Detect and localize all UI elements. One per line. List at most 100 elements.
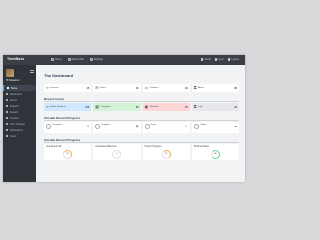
app-brand[interactable]: TimeBoss <box>7 57 24 61</box>
chart-icon: ⊙ <box>86 124 90 128</box>
circular-card-products[interactable]: Products ▣ <box>93 122 141 133</box>
count-label: Invoices <box>50 87 59 89</box>
invoice-icon <box>6 116 9 120</box>
main-content: The Dashboard ∞ Invoices 15 ✉ Folios 16 ▭ Pro… <box>39 68 242 182</box>
sidebar-item-label: Home <box>10 86 18 90</box>
nav-edit-profile[interactable]: Edit Profile <box>67 58 84 61</box>
app-window: TimeBoss Home Edit Profile Settings Aler… <box>3 55 245 182</box>
count-card-folios[interactable]: ✉ Folios 16 <box>93 84 141 92</box>
sync-icon <box>214 58 218 61</box>
alerts-button[interactable]: Alerts <box>200 58 211 61</box>
nav-edit-profile-label: Edit Profile <box>71 58 84 61</box>
count-card-logs[interactable]: ⧉ Logs 24 <box>191 103 239 111</box>
count-value: 75 <box>184 105 188 109</box>
count-label: Logs <box>198 106 203 108</box>
user-icon <box>67 58 71 61</box>
mail-icon: ✉ <box>95 85 99 90</box>
progress-value: 0 <box>116 153 118 155</box>
logout-icon <box>227 58 231 61</box>
infinity-icon: ∞ <box>46 85 49 90</box>
progress-value: 25 <box>66 153 69 155</box>
sync-button[interactable]: Sync <box>214 58 224 61</box>
sidebar: Hi Ossama ! Home Dashboard Clients Proje… <box>3 65 36 182</box>
avatar[interactable] <box>6 69 14 77</box>
sidebar-menu: Home Dashboard Clients Projects Reports … <box>3 85 36 139</box>
progress-label: Project Progress <box>144 146 162 148</box>
home-icon <box>51 58 54 61</box>
count-card-materials[interactable]: ▣ Materials 75 <box>142 103 190 111</box>
count-card-alerts[interactable]: ⧉ Alerts 35 <box>191 84 239 92</box>
count-value: 273 <box>85 105 90 109</box>
circle-icon <box>193 124 199 129</box>
sidebar-item-label: Notifications <box>9 128 23 132</box>
count-value: 24 <box>234 105 237 109</box>
count-label: Categories <box>100 106 112 108</box>
count-label: Folios <box>100 87 106 89</box>
circular-card-customers[interactable]: Customers ⊙ <box>44 122 92 133</box>
progress-label: Completed Milestone <box>95 146 117 148</box>
circular-row-1: Customers ⊙ Products ▣ Users ☺ Orders ☁ <box>44 122 239 133</box>
count-value: 16 <box>135 86 139 90</box>
home-icon <box>7 86 10 90</box>
progress-card-completed-job[interactable]: Completed Job 25 <box>44 144 92 160</box>
count-card-invoices[interactable]: ∞ Invoices 15 <box>44 84 92 92</box>
sidebar-item-label: Reports <box>9 110 19 114</box>
sidebar-item-label: Dashboard <box>9 92 22 96</box>
count-card-categories[interactable]: ▦ Categories 55 <box>93 103 141 111</box>
circular-card-orders[interactable]: Orders ☁ <box>191 122 239 133</box>
top-nav: Home Edit Profile Settings <box>51 58 103 61</box>
sidebar-item-users[interactable]: Users <box>3 133 36 139</box>
copy-icon: ⧉ <box>193 85 197 90</box>
infinity-icon: ∞ <box>46 104 49 109</box>
circle-icon <box>95 124 101 129</box>
count-card-products[interactable]: ▭ Products 16 <box>142 84 190 92</box>
box-icon: ▭ <box>144 85 149 90</box>
sidebar-item-label: Projects <box>9 104 19 108</box>
sidebar-item-label: Users <box>9 134 17 138</box>
sync-label: Sync <box>218 58 224 61</box>
bell-icon <box>200 58 204 61</box>
progress-value: 85 <box>214 153 217 155</box>
sidebar-item-label: Time Tracking <box>9 122 25 126</box>
progress-card-project-progress[interactable]: Project Progress 25 <box>142 144 190 160</box>
progress-value: 25 <box>164 153 168 155</box>
circular-card-users[interactable]: Users ☺ <box>142 122 190 133</box>
circular-label: Products <box>101 124 110 126</box>
count-value: 16 <box>184 86 188 90</box>
layers-icon: ▣ <box>144 104 149 109</box>
alerts-label: Alerts <box>204 58 211 61</box>
menu-toggle-icon[interactable] <box>30 70 34 73</box>
nav-home[interactable]: Home <box>51 58 62 61</box>
circular-row-2: Completed Job 25 Completed Milestone 0 Pro… <box>44 144 239 160</box>
circular-label: Orders <box>199 124 207 126</box>
count-label: Products <box>149 87 159 89</box>
sidebar-item-label: Invoices <box>9 116 19 120</box>
clock-icon <box>6 122 9 126</box>
progress-card-completed-milestone[interactable]: Completed Milestone 0 <box>93 144 141 160</box>
nav-home-label: Home <box>55 58 62 61</box>
folder-icon <box>6 104 9 108</box>
nav-settings[interactable]: Settings <box>89 58 103 61</box>
count-card-active-products[interactable]: ∞ Active Products 273 <box>44 103 92 111</box>
count-row-2: ∞ Active Products 273 ▦ Categories 55 ▣ Mater… <box>44 103 239 111</box>
circular-label: Customers <box>52 124 63 126</box>
progress-label: Completed Job <box>46 146 62 148</box>
bell-icon <box>6 128 9 132</box>
count-value: 55 <box>135 105 139 109</box>
count-row-1: ∞ Invoices 15 ✉ Folios 16 ▭ Products 16 ⧉ Alert… <box>44 84 239 92</box>
page-title: The Dashboard <box>44 73 74 78</box>
box-icon: ▣ <box>135 124 139 128</box>
top-right-actions: Alerts Sync Logout <box>200 58 239 61</box>
count-label: Alerts <box>198 87 204 89</box>
nav-settings-label: Settings <box>93 58 103 61</box>
logout-button[interactable]: Logout <box>227 58 239 61</box>
progress-card-finished-tasks[interactable]: Finished Tasks 85 <box>191 144 239 160</box>
users-icon <box>6 98 9 102</box>
logout-label: Logout <box>231 58 239 61</box>
count-value: 15 <box>86 86 90 90</box>
report-icon <box>6 110 9 114</box>
user-icon <box>6 134 9 138</box>
users-icon: ☺ <box>184 124 188 128</box>
circle-icon <box>46 124 51 129</box>
count-value: 35 <box>234 86 237 90</box>
